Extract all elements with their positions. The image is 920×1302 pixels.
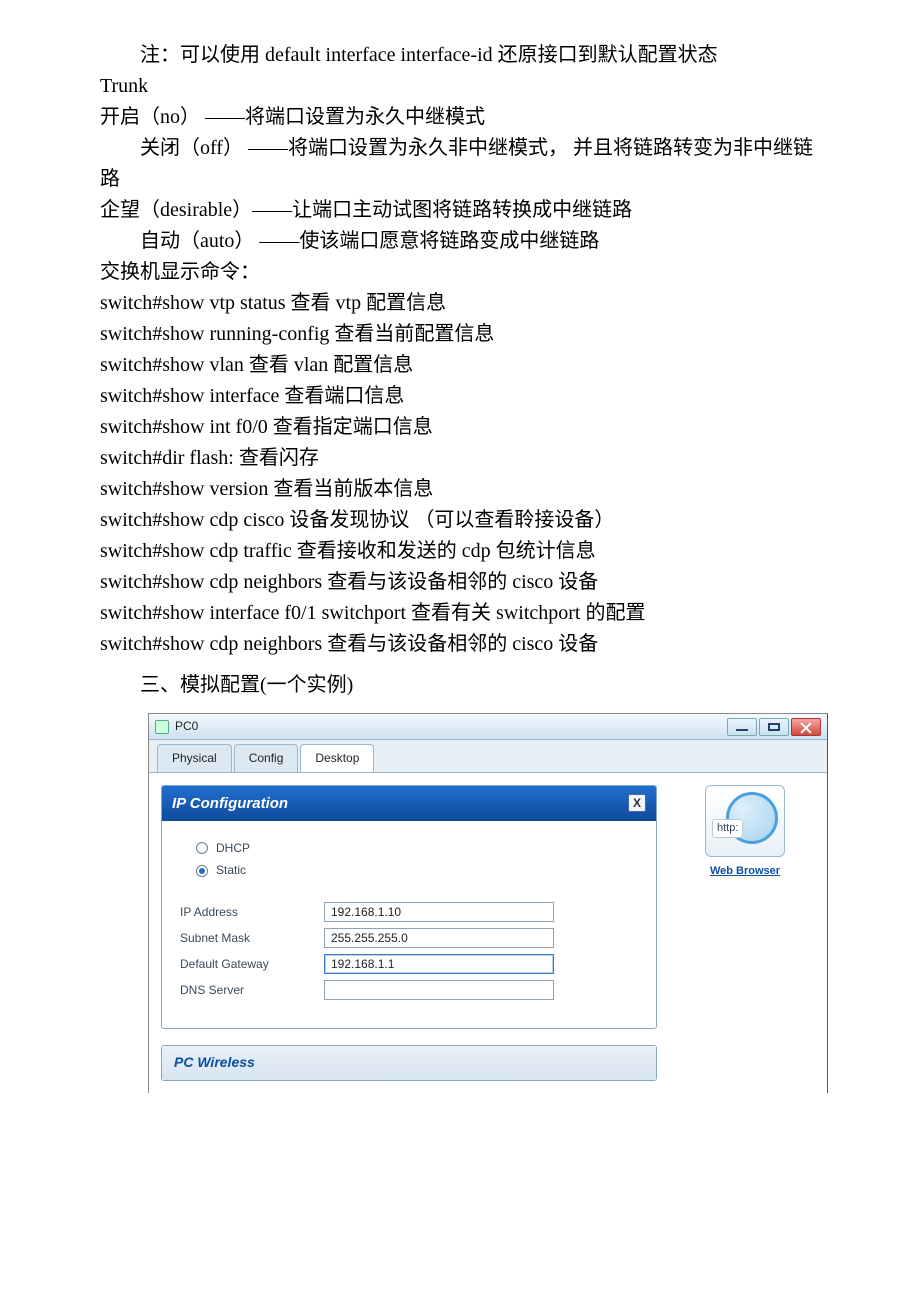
app-icon — [155, 720, 169, 734]
para-cmd-cdp: switch#show cdp cisco 设备发现协议 （可以查看聆接设备） — [100, 505, 830, 536]
pc-wireless-panel[interactable]: PC Wireless — [161, 1045, 657, 1081]
input-subnet-mask[interactable]: 255.255.255.0 — [324, 928, 554, 948]
para-cmd-cdp-neighbors2: switch#show cdp neighbors 查看与该设备相邻的 cisc… — [100, 629, 830, 660]
http-label: http: — [712, 819, 743, 838]
tab-desktop[interactable]: Desktop — [300, 744, 374, 772]
web-browser-icon[interactable]: http: — [705, 785, 785, 857]
label-ip-address: IP Address — [180, 903, 310, 922]
radio-row-static[interactable]: Static — [196, 861, 638, 880]
ip-config-close-button[interactable]: X — [628, 794, 646, 812]
tabpage-desktop: IP Configuration X DHCP Static IP Addre — [149, 772, 827, 1093]
document-body: 注：可以使用 default interface interface-id 还原… — [0, 40, 920, 701]
para-cmd-vlan: switch#show vlan 查看 vlan 配置信息 — [100, 350, 830, 381]
para-trunk-off: 关闭（off） ——将端口设置为永久非中继模式， 并且将链路转变为非中继链路 — [100, 133, 830, 195]
maximize-button[interactable] — [759, 718, 789, 736]
web-browser-label: Web Browser — [710, 863, 780, 880]
input-dns-server[interactable] — [324, 980, 554, 1000]
window-title: PC0 — [175, 717, 198, 736]
input-default-gateway[interactable]: 192.168.1.1 — [324, 954, 554, 974]
pc-wireless-title: PC Wireless — [162, 1046, 656, 1080]
titlebar: PC0 — [149, 714, 827, 740]
tab-config[interactable]: Config — [234, 744, 299, 772]
tabstrip: Physical Config Desktop — [149, 740, 827, 772]
para-cmd-interface: switch#show interface 查看端口信息 — [100, 381, 830, 412]
para-cmd-cdp-neighbors: switch#show cdp neighbors 查看与该设备相邻的 cisc… — [100, 567, 830, 598]
close-button[interactable] — [791, 718, 821, 736]
window-buttons — [727, 718, 821, 736]
radio-static-label: Static — [216, 861, 246, 880]
para-trunk-auto: 自动（auto） ——使该端口愿意将链路变成中继链路 — [100, 226, 830, 257]
para-trunk-no: 开启（no） ——将端口设置为永久中继模式 — [100, 102, 830, 133]
para-trunk-desirable: 企望（desirable）——让端口主动试图将链路转换成中继链路 — [100, 195, 830, 226]
radio-dhcp-label: DHCP — [216, 839, 250, 858]
para-cmd-version: switch#show version 查看当前版本信息 — [100, 474, 830, 505]
tab-physical[interactable]: Physical — [157, 744, 232, 772]
label-dns-server: DNS Server — [180, 981, 310, 1000]
para-cmd-int-f00: switch#show int f0/0 查看指定端口信息 — [100, 412, 830, 443]
radio-dhcp[interactable] — [196, 842, 208, 854]
para-cmd-run: switch#show running-config 查看当前配置信息 — [100, 319, 830, 350]
para-note: 注：可以使用 default interface interface-id 还原… — [100, 40, 830, 71]
radio-row-dhcp[interactable]: DHCP — [196, 839, 638, 858]
input-ip-address[interactable]: 192.168.1.10 — [324, 902, 554, 922]
para-cmd-switchport: switch#show interface f0/1 switchport 查看… — [100, 598, 830, 629]
para-cmd-cdp-traffic: switch#show cdp traffic 查看接收和发送的 cdp 包统计… — [100, 536, 830, 567]
pc0-window: PC0 Physical Config Desktop IP Configura… — [148, 713, 828, 1093]
radio-static[interactable] — [196, 865, 208, 877]
ip-config-panel: IP Configuration X DHCP Static IP Addre — [161, 785, 657, 1029]
para-cmd-dir-flash: switch#dir flash: 查看闪存 — [100, 443, 830, 474]
para-cmds-title: 交换机显示命令： — [100, 257, 830, 288]
ip-config-title: IP Configuration — [172, 792, 288, 815]
minimize-button[interactable] — [727, 718, 757, 736]
label-default-gateway: Default Gateway — [180, 955, 310, 974]
para-section-three: 三、模拟配置(一个实例) — [100, 670, 830, 701]
para-trunk-title: Trunk — [100, 71, 830, 102]
label-subnet-mask: Subnet Mask — [180, 929, 310, 948]
para-cmd-vtp: switch#show vtp status 查看 vtp 配置信息 — [100, 288, 830, 319]
